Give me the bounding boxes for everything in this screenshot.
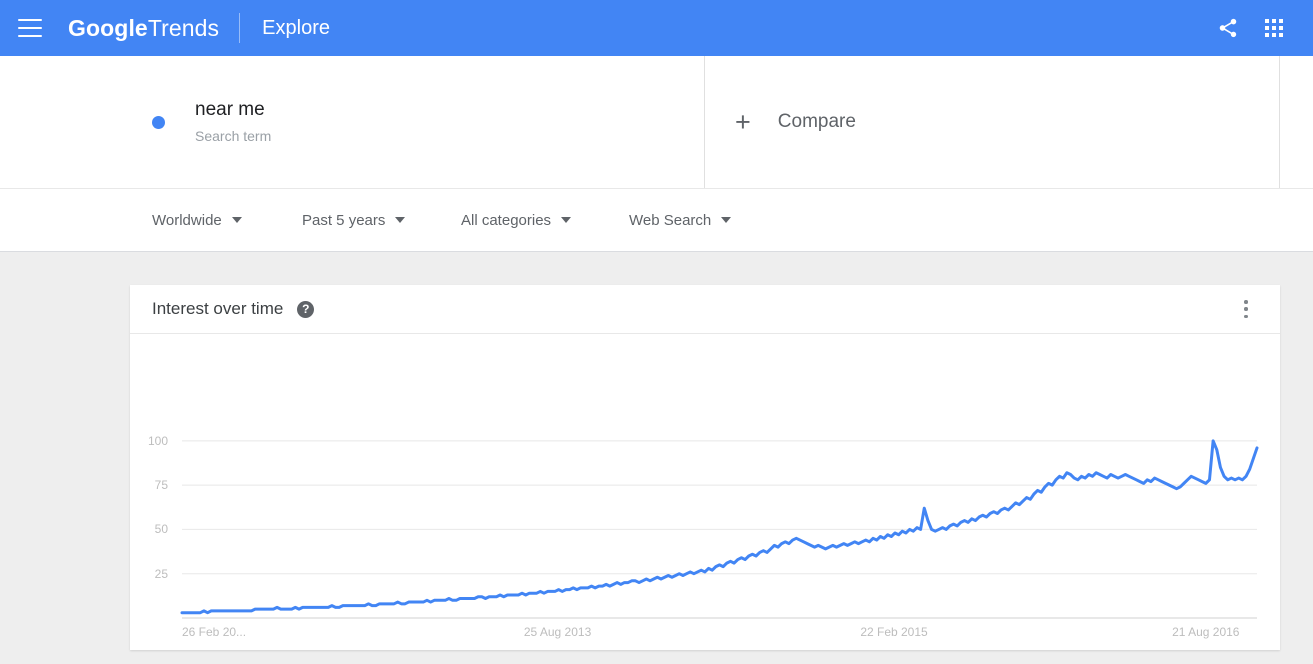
explore-nav-link[interactable]: Explore <box>262 17 330 40</box>
interest-over-time-card: Interest over time ? 100 75 50 25 26 Feb 20… <box>130 285 1280 650</box>
help-circle-icon[interactable]: ? <box>297 300 315 318</box>
more-vert-icon[interactable] <box>1236 298 1256 320</box>
google-trends-logo[interactable]: GoogleTrends <box>68 15 219 42</box>
apps-grid-icon <box>1265 19 1283 37</box>
search-term-type: Search term <box>195 128 272 145</box>
google-apps-button[interactable] <box>1251 5 1297 51</box>
compare-label: Compare <box>777 111 856 132</box>
appbar-divider <box>239 13 241 43</box>
y-axis-tick-label: 50 <box>154 522 168 537</box>
share-button[interactable] <box>1205 5 1251 51</box>
compare-button[interactable]: + Compare <box>705 56 1280 188</box>
search-term-name: near me <box>195 99 265 121</box>
top-app-bar: GoogleTrends Explore <box>0 0 1313 56</box>
filter-search-type[interactable]: Web Search <box>629 211 732 229</box>
filter-time-range[interactable]: Past 5 years <box>302 211 406 229</box>
chevron-down-icon <box>561 217 572 223</box>
brand-trends: Trends <box>147 14 220 41</box>
filter-time-range-label: Past 5 years <box>302 211 386 229</box>
series-color-dot <box>152 115 165 129</box>
chart-title: Interest over time <box>152 299 284 318</box>
filter-location-label: Worldwide <box>152 211 222 229</box>
y-axis-tick-label: 25 <box>154 566 168 581</box>
chevron-down-icon <box>721 217 732 223</box>
trends-line-chart <box>180 439 1259 619</box>
filter-category[interactable]: All categories <box>461 211 572 229</box>
chart-plot-area: 100 75 50 25 26 Feb 20... 25 Aug 2013 22 Feb … <box>130 334 1280 650</box>
filter-location[interactable]: Worldwide <box>152 212 242 229</box>
y-axis-tick-label: 100 <box>147 433 168 448</box>
brand-google: Google <box>68 14 148 41</box>
y-axis-tick-label: 75 <box>154 478 168 493</box>
appbar-actions <box>1205 5 1313 51</box>
chevron-down-icon <box>231 217 242 223</box>
search-term-card[interactable]: near me Search term <box>130 56 705 188</box>
search-terms-row: near me Search term + Compare <box>0 56 1313 188</box>
x-axis-tick-label: 25 Aug 2013 <box>523 625 592 639</box>
plus-icon: + <box>735 106 751 137</box>
search-term-texts: near me Search term <box>195 98 271 145</box>
filter-search-type-label: Web Search <box>629 211 712 229</box>
chart-card-header: Interest over time ? <box>130 285 1280 334</box>
x-axis-tick-label: 26 Feb 20... <box>182 625 247 639</box>
hamburger-menu-icon[interactable] <box>18 19 42 37</box>
x-axis-tick-label: 21 Aug 2016 <box>1172 625 1240 639</box>
filter-category-label: All categories <box>461 211 552 229</box>
share-icon <box>1219 18 1237 38</box>
filter-bar: Worldwide Past 5 years All categories We… <box>0 188 1313 252</box>
x-axis-tick-label: 22 Feb 2015 <box>860 625 928 639</box>
chevron-down-icon <box>395 217 406 223</box>
